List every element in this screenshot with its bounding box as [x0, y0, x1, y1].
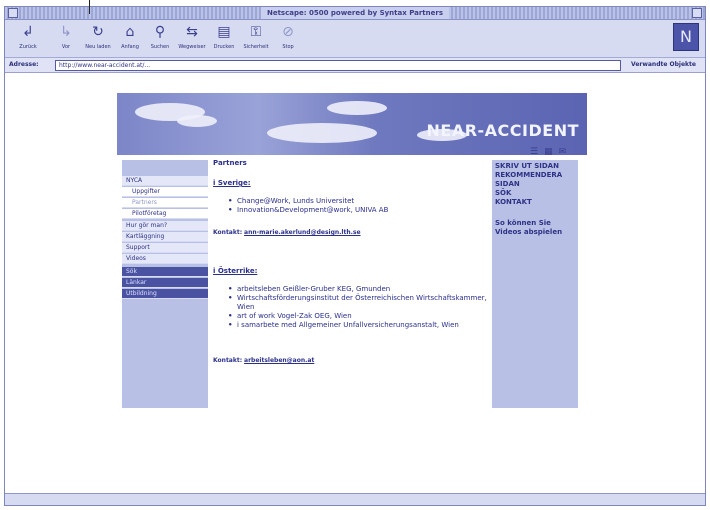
page-title: Partners — [213, 159, 247, 167]
austria-contact-email-link[interactable]: arbeitsleben@aon.at — [244, 357, 314, 364]
url-field[interactable]: http://www.near-accident.at/... — [55, 60, 621, 71]
main-column: Partners i Sverige: Change@Work, Lunds U… — [213, 159, 493, 409]
nav-item-partners[interactable]: Partners — [122, 198, 208, 208]
print-button[interactable]: ▤ Drucken — [207, 23, 241, 50]
forward-arrow-icon: ↳ — [60, 24, 72, 40]
window-title: Netscape: 0500 powered by Syntax Partner… — [260, 7, 450, 19]
close-box-icon[interactable] — [8, 8, 18, 18]
search-button[interactable]: ⚲ Suchen — [143, 23, 177, 50]
site-banner: NEAR-ACCIDENT — [117, 93, 587, 155]
stop-label: Stop — [282, 44, 294, 50]
video-help-link[interactable]: So können Sie Videos abspielen — [495, 219, 575, 237]
home-label: Anfang — [121, 44, 139, 50]
austria-contact: Kontakt: arbeitsleben@aon.at — [213, 357, 314, 364]
netscape-logo-icon[interactable]: N — [673, 23, 699, 51]
home-button[interactable]: ⌂ Anfang — [113, 23, 147, 50]
security-icon: ⚿ — [250, 24, 262, 40]
navigation-toolbar: ↲ Zurück ↳ Vor ↻ Neu laden ⌂ Anfang ⚲ Su… — [5, 20, 705, 58]
browser-window: Netscape: 0500 powered by Syntax Partner… — [4, 6, 706, 506]
stop-icon: ⊘ — [282, 24, 294, 40]
list-item[interactable]: Wirtschaftsförderungsinstitut der Österr… — [227, 294, 492, 312]
mouse-pointer-line — [89, 0, 90, 14]
nav-item-support[interactable]: Support — [122, 243, 208, 253]
recommend-icon[interactable]: ▦ — [544, 147, 559, 157]
nav-item-utbildning[interactable]: Utbildning — [122, 289, 208, 299]
zoom-box-icon[interactable] — [692, 8, 702, 18]
search-label: Suchen — [150, 44, 170, 50]
guide-icon: ⇆ — [186, 24, 198, 40]
list-item: Innovation&Development@work, UNIVA AB — [227, 206, 388, 215]
sweden-partner-list: Change@Work, Lunds Universitet Innovatio… — [227, 197, 388, 215]
back-label: Zurück — [19, 44, 37, 50]
home-icon: ⌂ — [125, 24, 135, 40]
list-item: Change@Work, Lunds Universitet — [227, 197, 388, 206]
status-bar — [5, 493, 705, 505]
list-item[interactable]: i samarbete med Allgemeiner Unfallversic… — [227, 321, 492, 330]
sweden-heading: i Sverige: — [213, 179, 251, 187]
contact-label: Kontakt: — [213, 357, 243, 364]
recommend-page-link[interactable]: REKOMMENDERA SIDAN — [495, 171, 575, 189]
partner-link-arbeitsleben[interactable]: arbeitsleben Geißler-Gruber KEG, Gmunden — [237, 285, 390, 293]
title-bar[interactable]: Netscape: 0500 powered by Syntax Partner… — [5, 7, 705, 20]
guide-button[interactable]: ⇆ Wegweiser — [175, 23, 209, 50]
search-link[interactable]: SÖK — [495, 189, 575, 198]
security-button[interactable]: ⚿ Sicherheit — [239, 23, 273, 50]
print-page-icon[interactable]: ☰ — [530, 147, 544, 157]
nav-item-sok[interactable]: Sök — [122, 267, 208, 277]
banner-tools: ☰▦✉ — [530, 147, 590, 157]
austria-partner-list: arbeitsleben Geißler-Gruber KEG, Gmunden… — [227, 285, 492, 330]
nav-item-videos[interactable]: Videos — [122, 254, 208, 264]
print-label: Drucken — [213, 44, 235, 50]
forward-button[interactable]: ↳ Vor — [49, 23, 83, 50]
sweden-contact-email-link[interactable]: ann-marie.akerlund@design.lth.se — [244, 229, 361, 236]
security-label: Sicherheit — [243, 44, 269, 50]
nav-item-nyca[interactable]: NYCA — [122, 176, 208, 186]
page-content: NEAR-ACCIDENT ☰▦✉ NYCA Uppgifter Partner… — [5, 73, 705, 493]
stop-button[interactable]: ⊘ Stop — [271, 23, 305, 50]
print-icon: ▤ — [217, 24, 231, 40]
print-page-link[interactable]: SKRIV UT SIDAN — [495, 162, 575, 171]
left-navigation: NYCA Uppgifter Partners Pilotföretag Hur… — [122, 160, 208, 408]
nav-item-lankar[interactable]: Länkar — [122, 278, 208, 288]
guide-label: Wegweiser — [178, 44, 206, 50]
back-button[interactable]: ↲ Zurück — [11, 23, 45, 50]
nav-item-hur-gor-man[interactable]: Hur gör man? — [122, 221, 208, 231]
site-logo: NEAR-ACCIDENT — [426, 121, 579, 140]
nav-item-uppgifter[interactable]: Uppgifter — [122, 187, 208, 197]
list-item[interactable]: arbeitsleben Geißler-Gruber KEG, Gmunden — [227, 285, 492, 294]
contact-label: Kontakt: — [213, 229, 243, 236]
nav-item-pilotforetag[interactable]: Pilotföretag — [122, 209, 208, 219]
address-label: Adresse: — [9, 61, 39, 68]
address-bar: Adresse: http://www.near-accident.at/...… — [5, 58, 705, 73]
nav-item-kartlaggning[interactable]: Kartläggning — [122, 232, 208, 242]
search-icon: ⚲ — [154, 24, 166, 40]
reload-button[interactable]: ↻ Neu laden — [81, 23, 115, 50]
partner-link-wifi[interactable]: Wirtschaftsförderungsinstitut der Österr… — [237, 294, 487, 311]
right-navigation: SKRIV UT SIDAN REKOMMENDERA SIDAN SÖK KO… — [492, 160, 578, 408]
partner-link-auva[interactable]: i samarbete med Allgemeiner Unfallversic… — [237, 321, 459, 329]
reload-label: Neu laden — [85, 44, 111, 50]
reload-icon: ↻ — [92, 24, 104, 40]
mail-icon[interactable]: ✉ — [559, 147, 573, 157]
list-item[interactable]: art of work Vogel-Zak OEG, Wien — [227, 312, 492, 321]
partner-link-art-of-work[interactable]: art of work Vogel-Zak OEG, Wien — [237, 312, 352, 320]
back-arrow-icon: ↲ — [22, 24, 34, 40]
related-objects-button[interactable]: Verwandte Objekte — [631, 61, 696, 68]
sweden-contact: Kontakt: ann-marie.akerlund@design.lth.s… — [213, 229, 361, 236]
contact-link[interactable]: KONTAKT — [495, 198, 575, 207]
austria-heading: i Österrike: — [213, 267, 258, 275]
forward-label: Vor — [61, 44, 71, 50]
